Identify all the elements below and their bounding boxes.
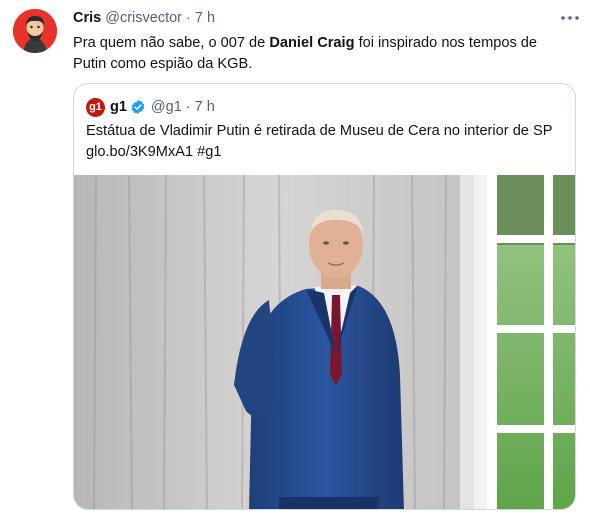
quoted-time[interactable]: 7 h <box>195 99 215 115</box>
avatar-illustration <box>13 9 57 53</box>
author-name[interactable]: Cris <box>73 10 101 26</box>
author-handle[interactable]: @crisvector <box>105 10 182 26</box>
tweet-text: Pra quem não sabe, o 007 de Daniel Craig… <box>73 33 573 75</box>
quoted-text-line1: Estátua de Vladimir Putin é retirada de … <box>86 123 553 139</box>
avatar[interactable] <box>13 9 57 53</box>
quoted-media-photo[interactable] <box>74 175 575 509</box>
tweet[interactable]: Cris @crisvector · 7 h Pra quem não sabe… <box>0 0 590 522</box>
quoted-author-handle[interactable]: @g1 <box>151 99 182 115</box>
tweet-header: Cris @crisvector · 7 h <box>73 9 215 27</box>
verified-badge-icon <box>131 100 145 114</box>
tweet-text-part1: Pra quem não sabe, o 007 de <box>73 35 270 51</box>
quoted-tweet-text: Estátua de Vladimir Putin é retirada de … <box>86 121 566 163</box>
g1-logo-text: g1 <box>89 101 102 113</box>
header-separator: · <box>186 10 191 26</box>
more-dots-icon[interactable] <box>556 9 584 27</box>
wax-statue-photo <box>74 175 575 509</box>
quoted-tweet[interactable]: g1 g1 @g1 · 7 h Estátua de Vladimir Puti… <box>73 83 576 510</box>
quoted-separator: · <box>185 99 191 115</box>
tweet-text-bold: Daniel Craig <box>269 35 355 51</box>
quoted-tweet-header: g1 g1 @g1 · 7 h <box>86 97 215 117</box>
g1-logo-avatar[interactable]: g1 <box>86 97 105 117</box>
quoted-text-line2[interactable]: glo.bo/3K9MxA1 #g1 <box>86 142 566 163</box>
tweet-time[interactable]: 7 h <box>195 10 215 26</box>
quoted-author-name[interactable]: g1 <box>110 99 127 115</box>
